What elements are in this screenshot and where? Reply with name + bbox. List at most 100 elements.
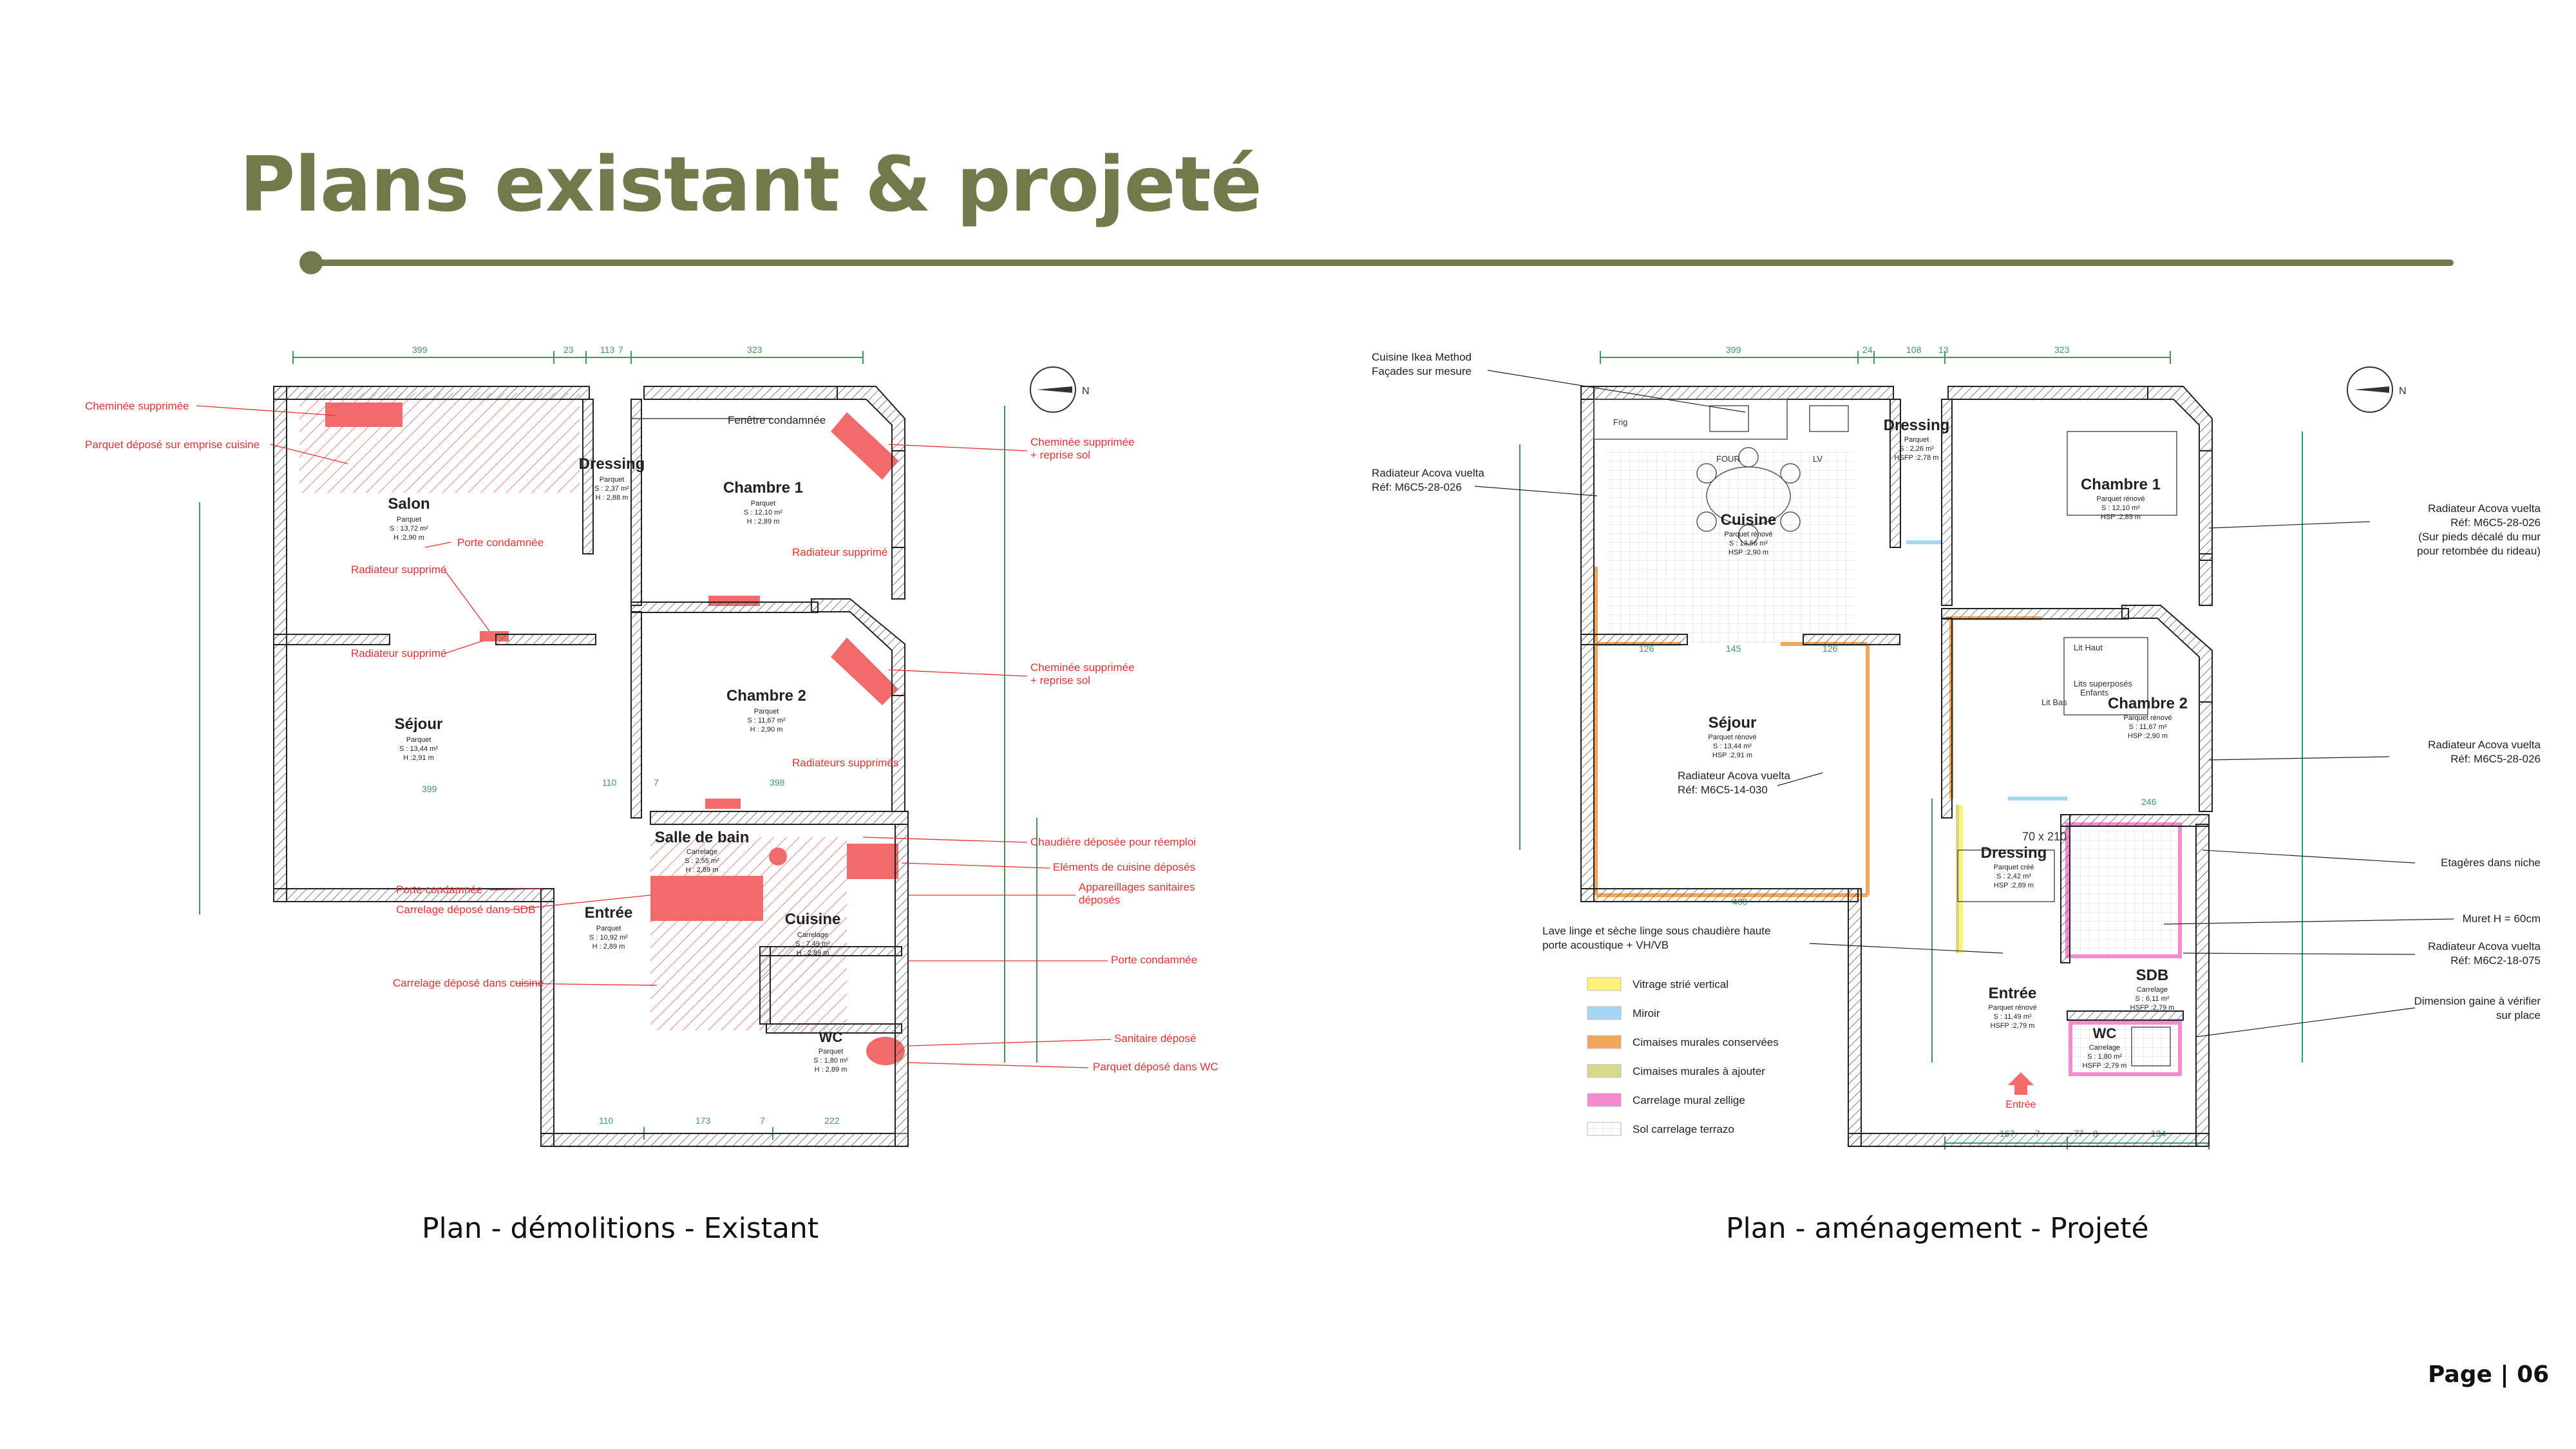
svg-text:HSFP :2,79 m: HSFP :2,79 m — [2083, 1062, 2127, 1070]
dim-top-3: 108 — [1906, 345, 1922, 355]
dim-bottom-4: 222 — [824, 1115, 840, 1126]
svg-text:S : 11,67 m²: S : 11,67 m² — [2128, 723, 2166, 731]
svg-text:N: N — [1082, 386, 1090, 397]
note-left-4: Réf: M6C5-28-026 — [1372, 481, 1462, 493]
room-wc: WC Parquet S : 1,80 m² H : 2,89 m — [813, 1029, 848, 1074]
note-right-12: Sanitaire déposé — [1114, 1032, 1197, 1045]
window-note: Fenêtre condamnée — [728, 414, 826, 426]
svg-text:S : 13,44 m²: S : 13,44 m² — [1713, 743, 1752, 750]
svg-text:Parquet rénové: Parquet rénové — [2123, 714, 2172, 722]
title-rule — [309, 260, 2454, 266]
svg-text:Parquet: Parquet — [754, 708, 779, 715]
note-right-1: Cheminée supprimée — [1030, 436, 1135, 448]
svg-text:S : 2,42 m²: S : 2,42 m² — [1996, 873, 2031, 880]
dim-top-1: 399 — [1726, 345, 1741, 355]
note-right-7: Chaudière déposée pour réemploi — [1030, 836, 1196, 848]
note-left-7: Lave linge et sèche linge sous chaudière… — [1542, 925, 1770, 937]
svg-text:Parquet rénové: Parquet rénové — [1724, 531, 1772, 538]
fixture-frig: Frig — [1613, 417, 1627, 427]
svg-text:H : 2,89 m: H : 2,89 m — [797, 949, 829, 957]
page-number: Page | 06 — [2428, 1361, 2550, 1388]
note-right-12: sur place — [2496, 1009, 2541, 1021]
note-left-8: porte acoustique + VH/VB — [1542, 939, 1669, 951]
north-arrow-icon: N — [1030, 366, 1090, 413]
svg-text:H : 2,89 m: H : 2,89 m — [592, 943, 625, 951]
note-right-6: Réf: M6C5-28-026 — [2450, 753, 2541, 765]
svg-text:S : 11,49 m²: S : 11,49 m² — [1993, 1013, 2031, 1021]
svg-text:Carrelage: Carrelage — [2137, 986, 2168, 994]
svg-text:N: N — [2399, 386, 2407, 397]
entrance-label: Entrée — [2005, 1099, 2036, 1110]
note-right-8: Muret H = 60cm — [2463, 913, 2541, 925]
fixture-four: FOUR — [1716, 454, 1740, 464]
project-floor-plan: 399 24 108 13 323 167 7 77 8 134 126 145… — [1372, 345, 2541, 1150]
svg-text:Chambre 2: Chambre 2 — [726, 687, 806, 705]
legend-label-miroir: Miroir — [1633, 1007, 1660, 1019]
svg-text:Parquet: Parquet — [406, 736, 431, 744]
svg-text:Parquet: Parquet — [397, 516, 422, 524]
svg-text:Dressing: Dressing — [1981, 844, 2047, 862]
dim-top-5: 323 — [2054, 345, 2070, 355]
dim-inner-3: 7 — [654, 777, 659, 788]
legend-label-cimaises-conservees: Cimaises murales conservées — [1633, 1036, 1779, 1048]
svg-text:Parquet créé: Parquet créé — [1994, 864, 2034, 871]
note-right-9: Radiateur Acova vuelta — [2428, 940, 2541, 952]
svg-text:Dressing: Dressing — [579, 455, 645, 473]
note-right-3: Radiateur supprimé — [792, 546, 887, 558]
legend-swatch-vitrage — [1587, 977, 1622, 991]
room-entree: Entrée Parquet S : 10,92 m² H : 2,89 m — [585, 904, 633, 951]
legend-label-vitrage: Vitrage strié vertical — [1633, 978, 1728, 990]
svg-text:Parquet rénové: Parquet rénové — [1988, 1004, 2036, 1012]
svg-text:H : 2,89 m: H : 2,89 m — [686, 866, 719, 874]
svg-text:H : 2,89 m: H : 2,89 m — [815, 1066, 848, 1074]
note-right-2: Réf: M6C5-28-026 — [2450, 516, 2541, 529]
svg-text:S : 6,11 m²: S : 6,11 m² — [2136, 995, 2170, 1003]
svg-text:HSP :2,89 m: HSP :2,89 m — [2101, 513, 2141, 521]
legend: Vitrage strié vertical Miroir Cimaises m… — [1587, 977, 1779, 1136]
svg-text:Salle de bain: Salle de bain — [655, 829, 750, 846]
dim-inner-1: 399 — [422, 784, 437, 794]
note-right-3: (Sur pieds décalé du mur — [2418, 531, 2541, 543]
svg-text:SDB: SDB — [2136, 967, 2169, 984]
svg-text:H : 2,89 m: H : 2,89 m — [747, 518, 780, 526]
svg-text:HSP :2,90 m: HSP :2,90 m — [2128, 732, 2168, 740]
svg-text:Chambre 2: Chambre 2 — [2108, 695, 2188, 712]
dim-top-1: 399 — [412, 345, 428, 355]
page-title: Plans existant & projeté — [240, 140, 1262, 229]
note-left-4: Radiateur supprimé — [351, 564, 446, 576]
dim-top-2: 23 — [564, 345, 574, 355]
note-right-7: Etagères dans niche — [2441, 857, 2541, 869]
legend-label-zellige: Carrelage mural zellige — [1633, 1094, 1745, 1106]
room-sdb: SDB Carrelage S : 6,11 m² HSFP :2,79 m — [2130, 967, 2175, 1012]
room-chambre-1: Chambre 1 Parquet S : 12,10 m² H : 2,89 … — [723, 479, 803, 526]
existing-plan-caption: Plan - démolitions - Existant — [422, 1212, 819, 1245]
svg-text:Salon: Salon — [388, 495, 430, 513]
svg-text:Cuisine: Cuisine — [785, 911, 841, 928]
svg-text:Parquet: Parquet — [751, 500, 776, 507]
svg-text:S : 13,44 m²: S : 13,44 m² — [399, 745, 438, 753]
fixture-lit-bas: Lit Bas — [2041, 697, 2067, 707]
svg-text:S : 2,37 m²: S : 2,37 m² — [594, 485, 629, 493]
legend-swatch-miroir — [1587, 1006, 1622, 1020]
svg-text:S : 1,80 m²: S : 1,80 m² — [813, 1057, 848, 1065]
north-arrow-icon: N — [2347, 366, 2407, 413]
svg-text:S : 11,67 m²: S : 11,67 m² — [747, 717, 785, 724]
note-right-8: Eléments de cuisine déposés — [1053, 861, 1195, 873]
dim-bottom-1: 110 — [599, 1115, 614, 1126]
svg-text:WC: WC — [2093, 1025, 2117, 1041]
note-right-4: Cheminée supprimée — [1030, 661, 1135, 674]
dim-bottom-2: 173 — [696, 1115, 711, 1126]
note-right-5: + reprise sol — [1030, 674, 1090, 687]
svg-text:Entrée: Entrée — [585, 904, 633, 922]
svg-text:H : 2,88 m: H : 2,88 m — [596, 494, 629, 502]
svg-text:HSFP :2,79 m: HSFP :2,79 m — [1991, 1022, 2035, 1030]
svg-text:HSFP :2,79 m: HSFP :2,79 m — [2130, 1004, 2175, 1012]
room-entree: Entrée Parquet rénové S : 11,49 m² HSFP … — [1988, 985, 2036, 1030]
svg-text:Carrelage: Carrelage — [797, 931, 828, 939]
room-cuisine: Cuisine Parquet rénové S : 13,56 m² HSP … — [1721, 511, 1777, 556]
svg-text:S : 10,92 m²: S : 10,92 m² — [589, 934, 628, 942]
svg-text:H : 2,90 m: H : 2,90 m — [750, 726, 783, 734]
room-chambre-2: Chambre 2 Parquet S : 11,67 m² H : 2,90 … — [726, 687, 806, 734]
svg-text:Parquet: Parquet — [819, 1048, 844, 1056]
note-right-10: Réf: M6C2-18-075 — [2450, 954, 2541, 967]
